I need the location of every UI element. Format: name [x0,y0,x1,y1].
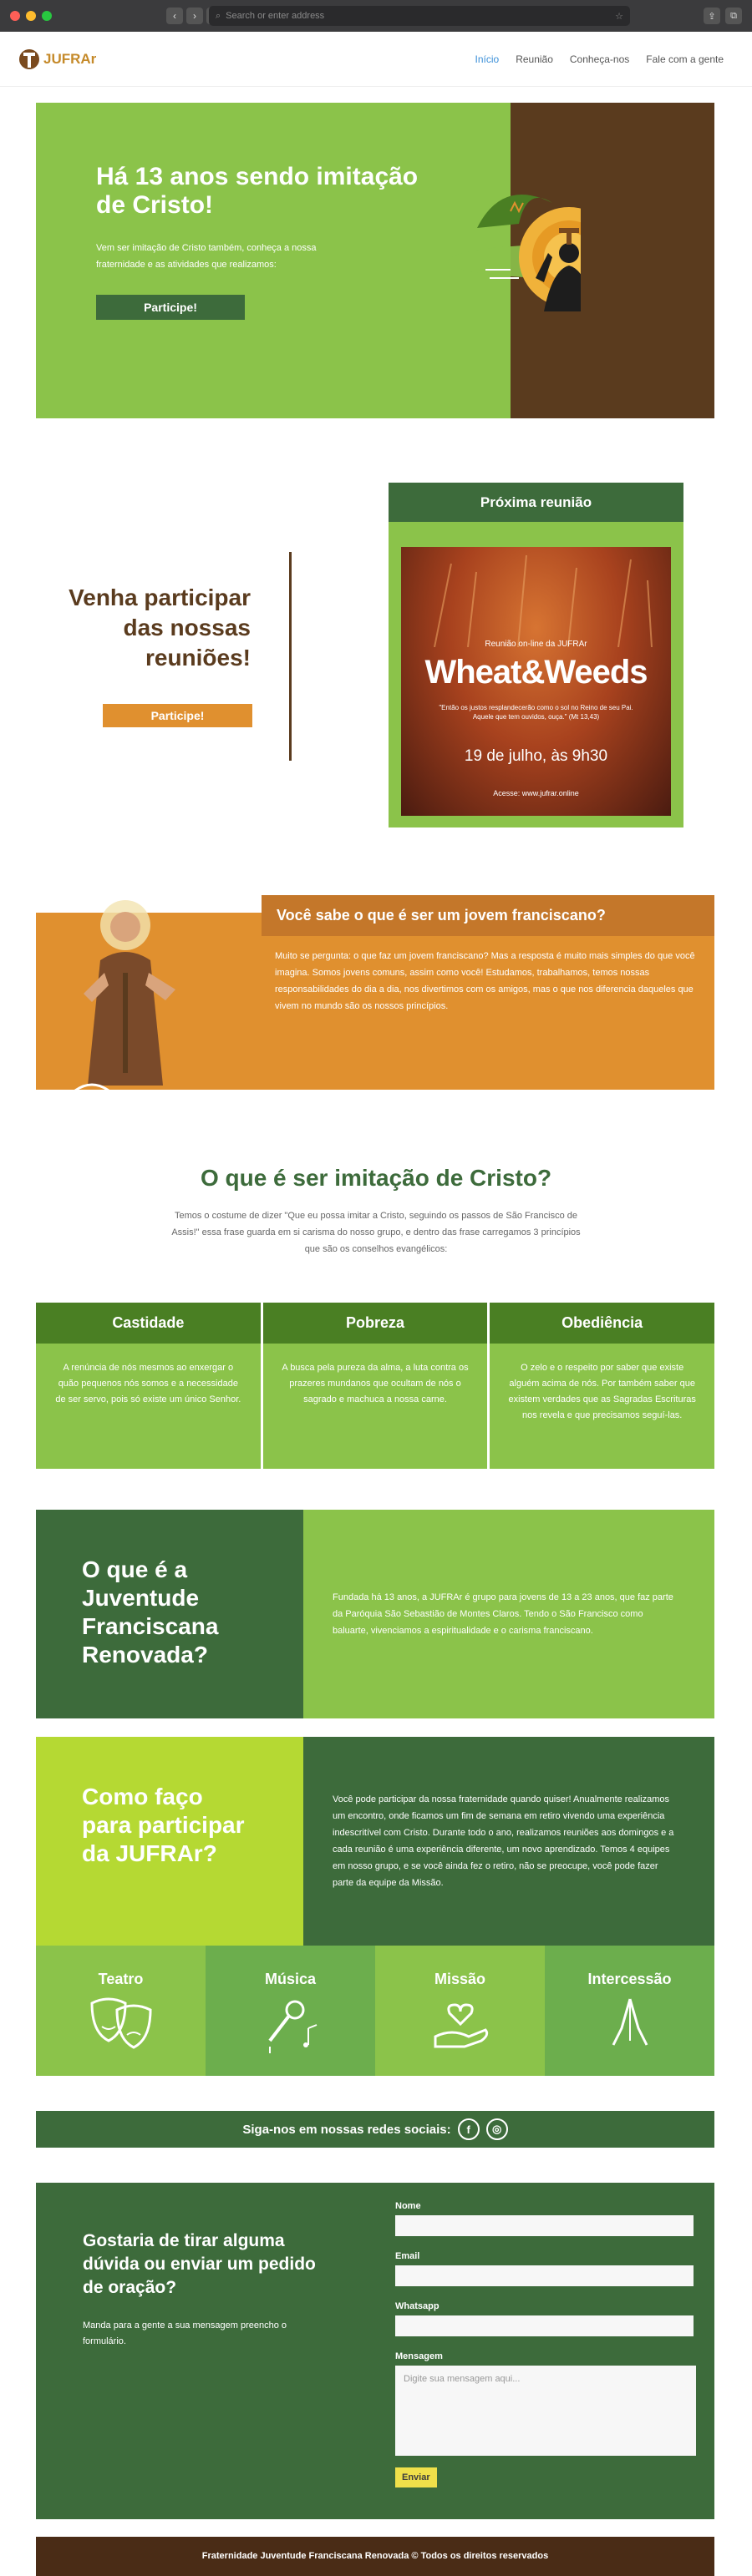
message-label: Mensagem [395,2351,443,2361]
send-button[interactable]: Enviar [395,2467,437,2487]
search-icon: ⌕ [216,10,221,21]
logo-text: JUFRAr [43,50,97,67]
jufra-section: O que é a Juventude Franciscana Renovada… [36,1510,714,1718]
meeting-poster[interactable]: Reunião on-line da JUFRAr Wheat&Weeds "E… [401,547,671,816]
virtue-card: Obediência O zelo e o respeito por saber… [490,1303,715,1469]
jufra-paragraph: Fundada há 13 anos, a JUFRAr é grupo par… [333,1592,673,1636]
activities-row: Teatro Música Missão Intercessão [36,1946,714,2076]
hero-text: Vem ser imitação de Cristo também, conhe… [96,243,317,270]
virtue-title: Pobreza [262,1303,488,1344]
next-meeting-card: Próxima reunião Reunião on-line da JUFRA… [389,483,683,827]
social-text: Siga-nos em nossas redes sociais: [242,2122,451,2137]
reuniao-section: Venha participar das nossas reuniões! Pa… [0,483,752,830]
jufra-text: Fundada há 13 anos, a JUFRAr é grupo par… [303,1510,714,1718]
virtue-text: A renúncia de nós mesmos ao enxergar o q… [55,1363,241,1404]
forward-button[interactable]: › [186,8,203,24]
hand-heart-icon [434,2003,488,2048]
virtue-card: Castidade A renúncia de nós mesmos ao en… [36,1303,261,1469]
tabs-icon[interactable]: ⧉ [725,8,742,24]
imitacao-title: O que é ser imitação de Cristo? [200,1165,552,1191]
activity-label: Teatro [98,1971,144,1987]
saint-francis-image [74,900,175,1092]
participar-title: Como faço para participar da JUFRAr? [36,1737,303,1946]
site-header: JUFRAr Início Reunião Conheça-nos Fale c… [0,32,752,87]
activity-label: Intercessão [587,1971,672,1987]
social-bar: Siga-nos em nossas redes sociais: f ◎ [36,2111,714,2148]
virtue-card: Pobreza A busca pela pureza da alma, a l… [262,1303,488,1469]
imitacao-intro: Temos o costume de dizer "Que eu possa i… [171,1211,581,1254]
virtues-list: Castidade A renúncia de nós mesmos ao en… [36,1303,715,1469]
activity-label: Música [264,1971,317,1987]
bookmark-star-icon[interactable]: ☆ [615,11,623,22]
wheat-field-image [434,554,653,647]
address-bar[interactable]: ⌕ Search or enter address ☆ [209,6,630,26]
poster-quote: "Então os justos resplandecerão como o s… [439,704,633,721]
browser-chrome: ‹ › ▭ ⌕ Search or enter address ☆ ⇪ ⧉ [0,0,752,32]
activity-teatro: Teatro [36,1946,206,2076]
franciscano-text: Muito se pergunta: o que faz um jovem fr… [275,951,695,1011]
poster-title: Wheat&Weeds [424,654,648,691]
virtue-title: Obediência [490,1303,715,1344]
activity-label: Missão [434,1971,486,1987]
menu-item-conheca[interactable]: Conheça-nos [570,53,629,65]
site-logo[interactable]: JUFRAr [18,46,96,73]
jufra-title: O que é a Juventude Franciscana Renovada… [36,1510,303,1718]
facebook-icon[interactable]: f [457,2118,480,2140]
reuniao-title: Venha participar das nossas reuniões! [69,585,251,671]
virtue-title: Castidade [36,1303,261,1344]
franciscano-title: Você sabe o que é ser um jovem francisca… [262,895,714,936]
hero-illustration-panel [448,103,714,418]
main-menu: Início Reunião Conheça-nos Fale com a ge… [475,53,724,65]
back-button[interactable]: ‹ [166,8,183,24]
hero-participate-button[interactable]: Participe! [96,295,245,320]
poster-subtitle: Reunião on-line da JUFRAr [485,640,587,649]
divider-line [289,552,292,761]
menu-item-inicio[interactable]: Início [475,53,500,65]
contact-title: Gostaria de tirar alguma dúvida ou envia… [83,2231,316,2297]
address-placeholder: Search or enter address [226,11,325,21]
poster-date: 19 de julho, às 9h30 [464,747,608,765]
email-field[interactable] [395,2265,694,2286]
site-footer: Fraternidade Juventude Franciscana Renov… [36,2537,714,2576]
name-field[interactable] [395,2215,694,2236]
instagram-icon[interactable]: ◎ [485,2118,508,2140]
email-label: Email [395,2251,420,2261]
maximize-window-button[interactable] [42,11,52,21]
theater-masks-icon [89,1997,152,2049]
name-label: Nome [395,2201,421,2211]
microphone-music-icon [267,2000,317,2053]
hero-illustration [448,195,581,311]
poster-url: Acesse: www.jufrar.online [493,789,579,797]
hero-section: Há 13 anos sendo imitação de Cristo! Vem… [36,103,714,418]
menu-item-contato[interactable]: Fale com a gente [646,53,724,65]
contact-section: Gostaria de tirar alguma dúvida ou envia… [36,2183,714,2519]
participar-paragraph: Você pode participar da nossa fraternida… [333,1794,674,1888]
virtue-text: A busca pela pureza da alma, a luta cont… [282,1363,469,1404]
menu-item-reuniao[interactable]: Reunião [516,53,553,65]
activity-musica: Música [206,1946,375,2076]
activity-intercessao: Intercessão [545,1946,714,2076]
whatsapp-field[interactable] [395,2315,694,2336]
activity-missao: Missão [375,1946,545,2076]
reuniao-participate-button[interactable]: Participe! [103,704,252,727]
contact-form: Nome Email Whatsapp Mensagem Digite sua … [395,2201,696,2487]
next-meeting-title: Próxima reunião [389,483,683,522]
praying-hands-icon [612,1998,648,2046]
minimize-window-button[interactable] [26,11,36,21]
participar-text: Você pode participar da nossa fraternida… [303,1737,714,1946]
message-field[interactable]: Digite sua mensagem aqui... [395,2366,696,2456]
virtue-text: O zelo e o respeito por saber que existe… [508,1363,696,1420]
share-icon[interactable]: ⇪ [704,8,720,24]
participar-section: Como faço para participar da JUFRAr? Voc… [36,1737,714,1946]
contact-text: Manda para a gente a sua mensagem preenc… [83,2320,287,2346]
whatsapp-label: Whatsapp [395,2301,440,2311]
close-window-button[interactable] [10,11,20,21]
tau-cross-icon [19,48,39,69]
